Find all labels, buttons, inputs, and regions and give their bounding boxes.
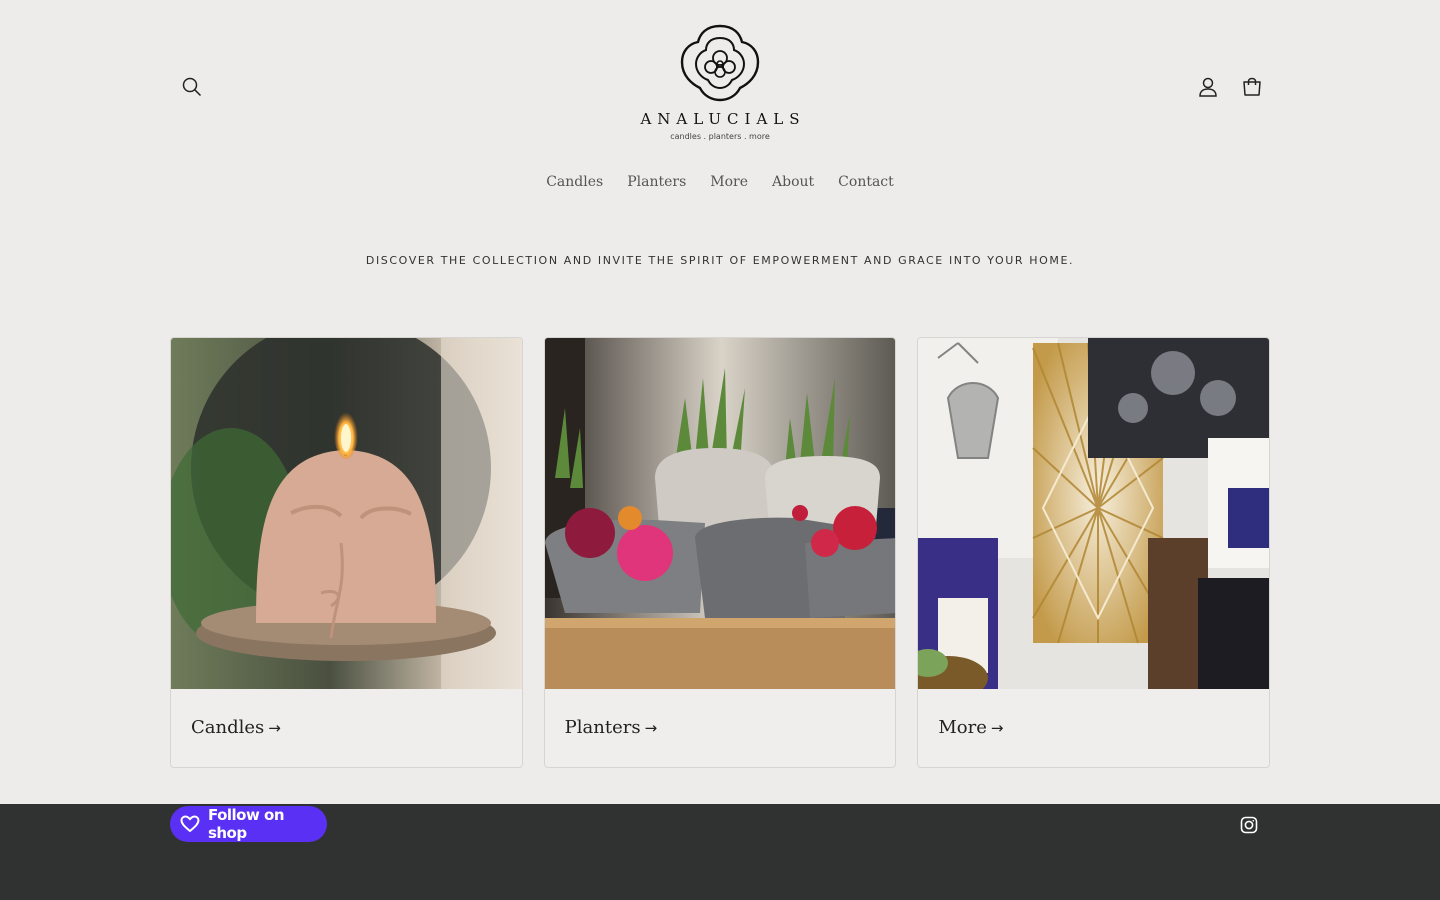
nav-item-planters[interactable]: Planters (627, 174, 686, 190)
search-icon (182, 77, 202, 97)
hero-tagline: DISCOVER THE COLLECTION AND INVITE THE S… (365, 254, 1075, 267)
nav-item-about[interactable]: About (772, 174, 814, 190)
collection-card-more[interactable]: More → (917, 337, 1271, 768)
collection-list: Candles → Planters → More → (170, 337, 1271, 768)
arrow-right-icon: → (644, 719, 658, 737)
nav-item-contact[interactable]: Contact (838, 174, 894, 190)
follow-on-shop-label: Follow on shop (207, 806, 285, 842)
collection-card-planters[interactable]: Planters → (543, 337, 897, 768)
account-button[interactable] (1190, 69, 1226, 105)
arrow-right-icon: → (268, 719, 281, 737)
collection-card-candles[interactable]: Candles → (170, 337, 523, 768)
heart-icon (180, 815, 200, 832)
arrow-right-icon: → (990, 719, 1004, 737)
card-title: Candles (191, 717, 265, 738)
brand-tagline: candles . planters . more (670, 132, 770, 141)
collection-label-more[interactable]: More → (918, 689, 1269, 767)
instagram-link[interactable] (1236, 812, 1262, 838)
cart-button[interactable] (1234, 69, 1270, 105)
site-footer: Follow on shop (0, 804, 1440, 900)
instagram-icon (1240, 816, 1258, 834)
site-logo[interactable]: ANALUCIALS candles . planters . more (620, 22, 820, 152)
cart-icon (1243, 77, 1261, 96)
collection-label-planters[interactable]: Planters → (545, 689, 896, 767)
main-nav: Candles Planters More About Contact (0, 174, 1440, 190)
nav-item-candles[interactable]: Candles (546, 174, 603, 190)
nav-item-more[interactable]: More (710, 174, 748, 190)
planters-image (544, 338, 896, 689)
rose-logo-icon (680, 24, 760, 102)
account-icon (1199, 77, 1217, 97)
site-header: ANALUCIALS candles . planters . more (0, 0, 1440, 160)
more-image (918, 338, 1270, 689)
search-button[interactable] (174, 69, 210, 105)
collection-label-candles[interactable]: Candles → (171, 689, 522, 767)
card-title: More (938, 717, 987, 738)
brand-name: ANALUCIALS (640, 110, 806, 128)
follow-on-shop-button[interactable]: Follow on shop (170, 806, 327, 842)
candles-image (171, 338, 522, 689)
card-title: Planters (564, 717, 641, 738)
